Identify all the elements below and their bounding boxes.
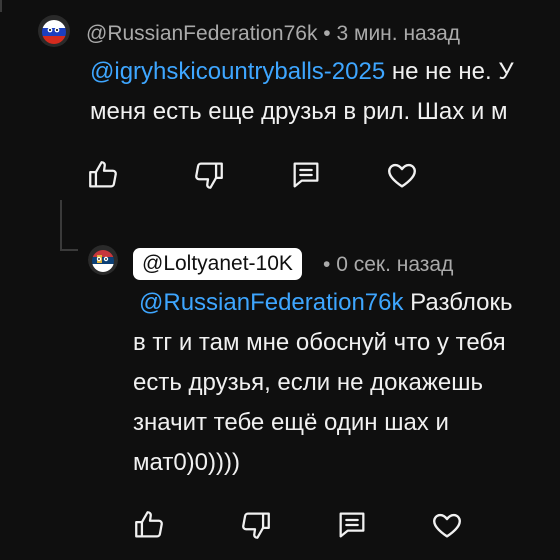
countryball-avatar — [88, 245, 118, 275]
mention-link[interactable]: @RussianFederation76k — [139, 289, 404, 316]
comment-text-line: мат0)0)))) — [133, 449, 240, 476]
heart-icon — [433, 513, 461, 538]
like-icon — [135, 511, 163, 538]
thread-line-reply — [60, 200, 62, 250]
avatar[interactable] — [38, 15, 70, 47]
dislike-icon — [242, 512, 270, 539]
comment-time: 0 сек. назад — [336, 253, 454, 276]
comment-meta: @RussianFederation76k • 3 мин. назад — [86, 22, 460, 46]
like-icon — [89, 161, 117, 188]
countryball-russia-avatar — [38, 15, 70, 47]
heart-button[interactable] — [385, 158, 419, 192]
dislike-icon — [195, 162, 223, 189]
comment-text: Разблокь — [403, 289, 513, 316]
comment-text-line: в тг и там мне обоснуй что у тебя — [133, 329, 506, 356]
like-button[interactable] — [132, 508, 166, 542]
reply-button[interactable] — [289, 158, 323, 192]
comment-text: не не не. У — [385, 58, 514, 85]
thread-line — [0, 0, 2, 12]
dislike-button[interactable] — [239, 508, 273, 542]
dislike-button[interactable] — [192, 158, 226, 192]
thread-line-branch — [60, 249, 78, 251]
reply-icon — [339, 512, 365, 538]
comment-text-line: @RussianFederation76k Разблокь — [139, 283, 513, 323]
meta-separator: • — [323, 22, 331, 45]
reply-button[interactable] — [335, 508, 369, 542]
comment-text-line: меня есть еще друзья в рил. Шах и м — [90, 98, 508, 125]
comment-text-line: @igryhskicountryballs-2025 не не не. У — [90, 52, 514, 92]
comment-author[interactable]: @RussianFederation76k — [86, 22, 317, 45]
heart-button[interactable] — [430, 508, 464, 542]
author-chip[interactable]: @Loltyanet-10K — [133, 248, 302, 280]
heart-icon — [388, 163, 416, 188]
comment-text-line: есть друзья, если не докажешь — [133, 369, 484, 396]
meta-separator: • — [323, 253, 331, 276]
reply-icon — [293, 162, 319, 188]
comment-text-line: значит тебе ещё один шах и — [133, 409, 449, 436]
avatar[interactable] — [88, 245, 118, 275]
comment-time: 3 мин. назад — [336, 22, 461, 45]
like-button[interactable] — [86, 158, 120, 192]
mention-link[interactable]: @igryhskicountryballs-2025 — [90, 58, 385, 85]
comment-meta: • 0 сек. назад — [323, 253, 453, 277]
